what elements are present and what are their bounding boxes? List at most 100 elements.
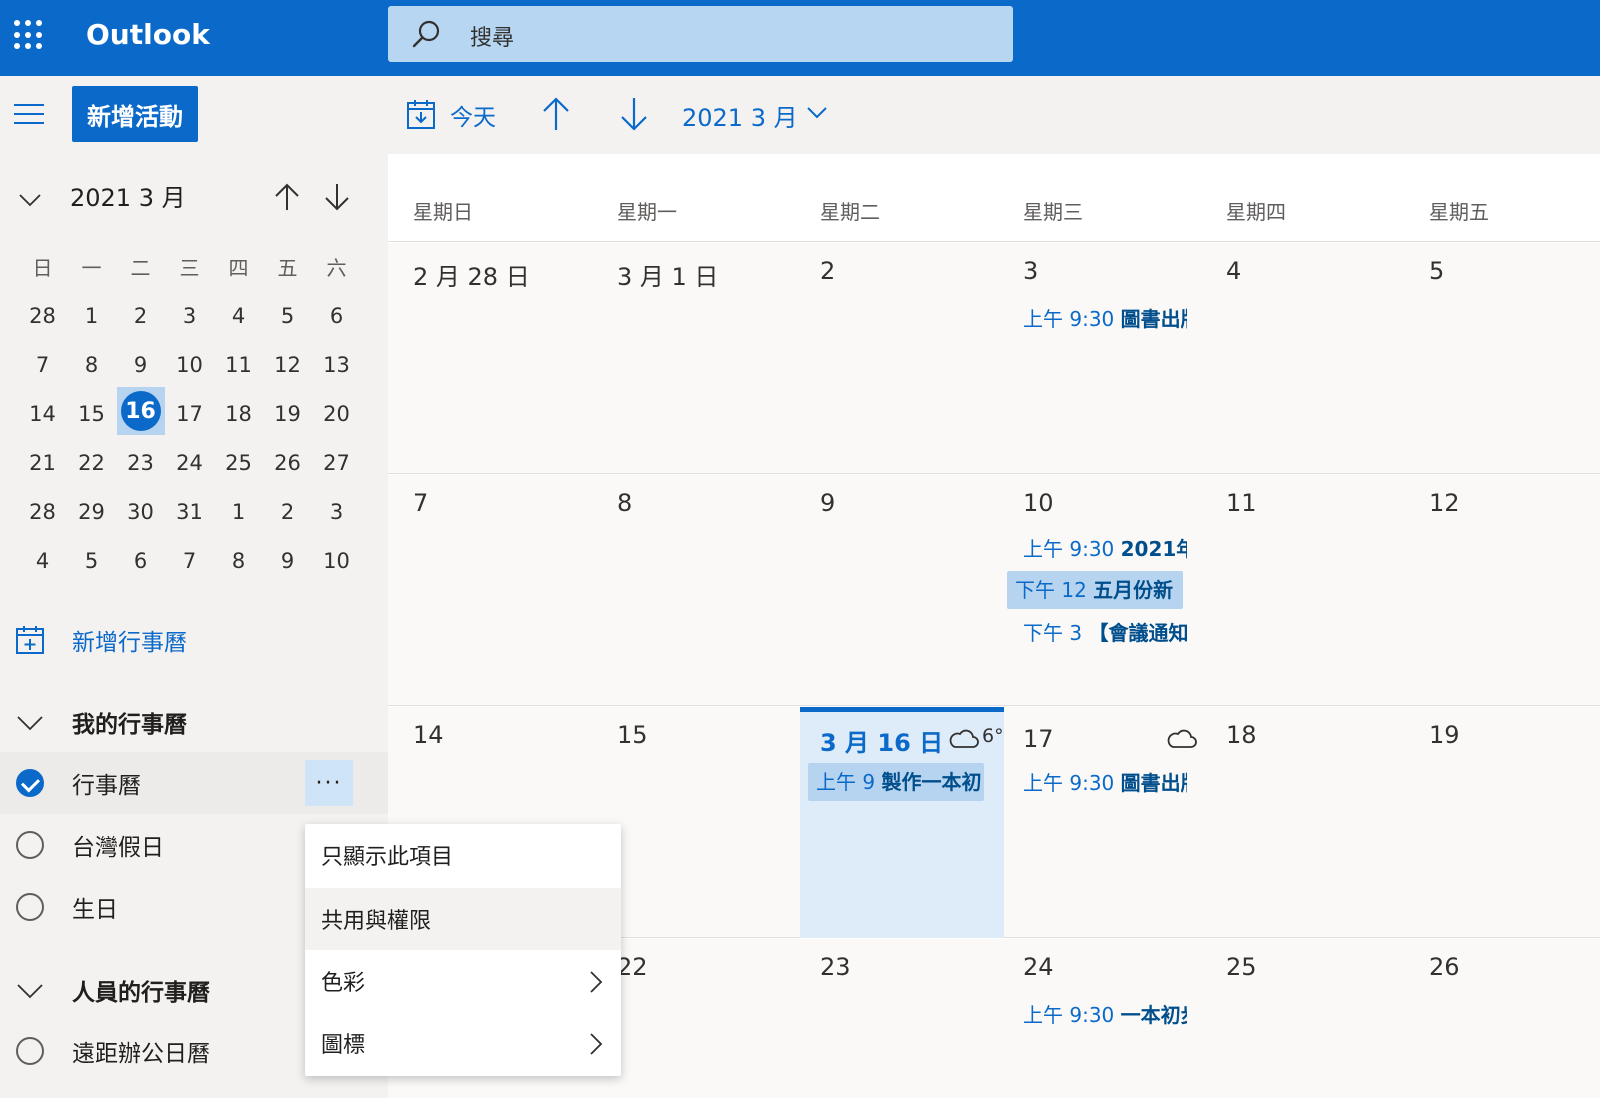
day-cell-date[interactable]: 8	[617, 489, 632, 517]
search-input[interactable]: 搜尋	[388, 6, 1013, 62]
calendar-event[interactable]: 上午 9:30 圖書出版	[1015, 767, 1187, 797]
mini-day[interactable]: 6	[312, 304, 361, 328]
mini-day[interactable]: 31	[165, 500, 214, 524]
today-button[interactable]: 今天	[450, 98, 496, 132]
day-cell-date[interactable]: 23	[820, 953, 851, 981]
chevron-down-icon[interactable]	[806, 104, 828, 122]
day-cell-date[interactable]: 4	[1226, 257, 1241, 285]
menu-item-show-only-this[interactable]: 只顯示此項目	[305, 824, 621, 886]
day-cell-date[interactable]: 9	[820, 489, 835, 517]
mini-day[interactable]: 13	[312, 353, 361, 377]
mini-day[interactable]: 28	[18, 500, 67, 524]
previous-arrow-icon[interactable]	[540, 96, 572, 132]
mini-day[interactable]: 15	[67, 402, 116, 426]
mini-day[interactable]: 22	[67, 451, 116, 475]
mini-day[interactable]: 20	[312, 402, 361, 426]
day-cell-date[interactable]: 19	[1429, 721, 1460, 749]
day-cell-date[interactable]: 18	[1226, 721, 1257, 749]
mini-day[interactable]: 30	[116, 500, 165, 524]
mini-day[interactable]: 2	[116, 304, 165, 328]
calendar-event[interactable]: 下午 3 【會議通知	[1015, 617, 1187, 647]
mini-day[interactable]: 21	[18, 451, 67, 475]
previous-month-arrow-icon[interactable]	[272, 182, 302, 212]
hamburger-menu-icon[interactable]	[14, 104, 44, 126]
people-calendars-group[interactable]: 人員的行事曆	[16, 970, 210, 1010]
unchecked-circle-icon[interactable]	[16, 831, 44, 859]
menu-item-color[interactable]: 色彩	[305, 950, 621, 1012]
mini-day[interactable]: 28	[18, 304, 67, 328]
day-cell-date[interactable]: 12	[1429, 489, 1460, 517]
calendar-item-default[interactable]: 行事曆 ···	[0, 752, 388, 814]
next-month-arrow-icon[interactable]	[322, 182, 352, 212]
mini-day[interactable]: 2	[263, 500, 312, 524]
menu-item-charm[interactable]: 圖標	[305, 1012, 621, 1074]
day-cell-date[interactable]: 11	[1226, 489, 1257, 517]
mini-day[interactable]: 8	[214, 549, 263, 573]
add-calendar-button[interactable]: 新增行事曆	[14, 620, 187, 660]
day-cell-date[interactable]: 7	[413, 489, 428, 517]
mini-day[interactable]: 16	[116, 387, 165, 440]
mini-day[interactable]: 8	[67, 353, 116, 377]
today-date[interactable]: 3 月 16 日	[820, 723, 943, 758]
mini-day[interactable]: 12	[263, 353, 312, 377]
calendar-event[interactable]: 上午 9:30 一本初步	[1015, 999, 1187, 1029]
mini-day[interactable]: 1	[214, 500, 263, 524]
calendar-event[interactable]: 上午 9 製作一本初	[808, 763, 984, 801]
checked-circle-icon[interactable]	[16, 769, 44, 797]
mini-day[interactable]: 5	[67, 549, 116, 573]
calendar-event-selected[interactable]: 下午 12 五月份新	[1007, 571, 1183, 609]
mini-day[interactable]: 1	[67, 304, 116, 328]
mini-day[interactable]: 4	[214, 304, 263, 328]
mini-day[interactable]: 17	[165, 402, 214, 426]
mini-day[interactable]: 25	[214, 451, 263, 475]
day-cell-date[interactable]: 2 月 28 日	[413, 257, 530, 292]
more-options-button[interactable]: ···	[305, 760, 353, 806]
mini-day[interactable]: 3	[165, 304, 214, 328]
chevron-down-icon[interactable]	[18, 188, 42, 212]
mini-day[interactable]: 29	[67, 500, 116, 524]
mini-day[interactable]: 26	[263, 451, 312, 475]
mini-day[interactable]: 18	[214, 402, 263, 426]
day-cell-date[interactable]: 25	[1226, 953, 1257, 981]
mini-day[interactable]: 14	[18, 402, 67, 426]
day-cell-date[interactable]: 22	[617, 953, 648, 981]
mini-day[interactable]: 10	[312, 549, 361, 573]
day-cell-date[interactable]: 24	[1023, 953, 1054, 981]
day-cell-date[interactable]: 26	[1429, 953, 1460, 981]
today-calendar-icon[interactable]	[406, 98, 436, 130]
new-event-button[interactable]: 新增活動	[72, 86, 198, 142]
mini-day[interactable]: 4	[18, 549, 67, 573]
mini-day[interactable]: 3	[312, 500, 361, 524]
month-selector[interactable]: 2021 3 月	[682, 98, 798, 133]
mini-day[interactable]: 11	[214, 353, 263, 377]
mini-day[interactable]: 7	[18, 353, 67, 377]
calendar-event[interactable]: 上午 9:30 2021年	[1015, 533, 1187, 563]
menu-item-sharing-permissions[interactable]: 共用與權限	[305, 888, 621, 950]
next-arrow-icon[interactable]	[618, 96, 650, 132]
mini-day[interactable]: 10	[165, 353, 214, 377]
mini-day[interactable]: 24	[165, 451, 214, 475]
mini-day[interactable]: 27	[312, 451, 361, 475]
day-cell-date[interactable]: 10	[1023, 489, 1054, 517]
app-launcher-icon[interactable]	[14, 20, 44, 50]
unchecked-circle-icon[interactable]	[16, 1037, 44, 1065]
day-cell-date[interactable]: 3 月 1 日	[617, 257, 718, 292]
unchecked-circle-icon[interactable]	[16, 893, 44, 921]
mini-selected-day[interactable]: 16	[116, 387, 165, 435]
day-cell-date[interactable]: 3	[1023, 257, 1038, 285]
calendar-event[interactable]: 上午 9:30 圖書出版	[1015, 303, 1187, 333]
mini-day[interactable]: 5	[263, 304, 312, 328]
day-cell-date[interactable]: 2	[820, 257, 835, 285]
day-cell-date[interactable]: 15	[617, 721, 648, 749]
my-calendars-group[interactable]: 我的行事曆	[16, 702, 187, 742]
mini-day[interactable]: 7	[165, 549, 214, 573]
mini-day[interactable]: 9	[263, 549, 312, 573]
day-cell-date[interactable]: 5	[1429, 257, 1444, 285]
mini-day[interactable]: 19	[263, 402, 312, 426]
mini-day[interactable]: 9	[116, 353, 165, 377]
app-title[interactable]: Outlook	[86, 18, 210, 51]
mini-day[interactable]: 6	[116, 549, 165, 573]
mini-day[interactable]: 23	[116, 451, 165, 475]
day-cell-date[interactable]: 14	[413, 721, 444, 749]
day-cell-date[interactable]: 17	[1023, 725, 1054, 753]
